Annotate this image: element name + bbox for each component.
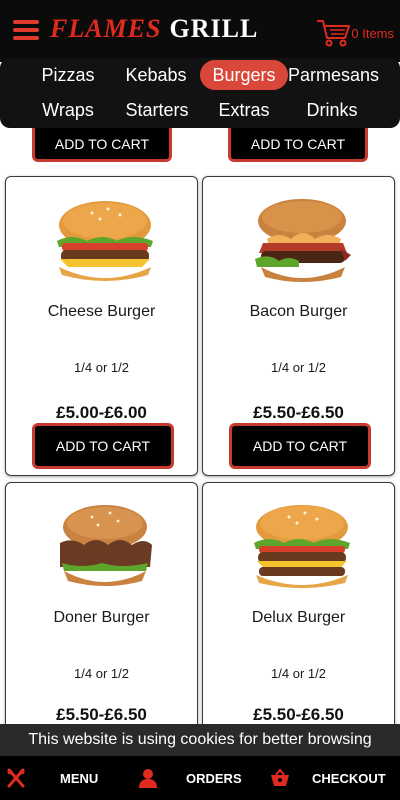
product-size: 1/4 or 1/2 (271, 360, 326, 375)
shopping-cart-icon (317, 20, 351, 47)
category-tab-drinks[interactable]: Drinks (302, 95, 362, 125)
brand-name-part2: GRILL (169, 14, 259, 43)
product-size: 1/4 or 1/2 (74, 666, 129, 681)
category-tab-wraps[interactable]: Wraps (36, 95, 100, 125)
category-tab-extras[interactable]: Extras (212, 95, 276, 125)
product-name: Bacon Burger (249, 303, 348, 320)
hamburger-menu-icon[interactable] (13, 20, 39, 40)
orders-nav-label: ORDERS (186, 770, 242, 786)
category-tab-starters[interactable]: Starters (120, 95, 194, 125)
bacon-burger-image (255, 199, 351, 282)
app-header: FLAMES GRILL 0 Items (0, 0, 400, 62)
add-to-cart-button[interactable]: ADD TO CART (32, 124, 172, 162)
user-icon (139, 769, 157, 788)
product-name: Delux Burger (251, 609, 346, 626)
cookie-notice[interactable]: This website is using cookies for better… (0, 724, 400, 756)
basket-icon (271, 768, 289, 786)
cart-count: 0 Items (351, 25, 394, 41)
product-card-cheese-burger: Cheese Burger 1/4 or 1/2 £5.00-£6.00 ADD… (5, 176, 198, 476)
brand-logo[interactable]: FLAMES GRILL (50, 12, 258, 46)
product-name: Doner Burger (53, 609, 150, 626)
product-price: £5.00-£6.00 (56, 403, 147, 422)
orders-nav-button[interactable]: ORDERS (138, 756, 242, 800)
category-tab-parmesans[interactable]: Parmesans (288, 60, 379, 90)
product-price: £5.50-£6.50 (253, 705, 344, 724)
product-price: £5.50-£6.50 (253, 403, 344, 422)
menu-nav-button[interactable]: MENU (6, 756, 98, 800)
menu-nav-label: MENU (60, 770, 99, 786)
delux-burger-image (254, 505, 350, 588)
category-nav: Pizzas Kebabs Burgers Parmesans Wraps St… (0, 58, 400, 128)
cheese-burger-image (57, 201, 153, 281)
category-tab-burgers[interactable]: Burgers (200, 60, 288, 90)
product-card-bacon-burger: Bacon Burger 1/4 or 1/2 £5.50-£6.50 ADD … (202, 176, 395, 476)
product-name: Cheese Burger (47, 303, 156, 320)
category-tab-kebabs[interactable]: Kebabs (122, 60, 190, 90)
doner-burger-image (60, 505, 152, 586)
brand-name-part1: FLAMES (50, 14, 162, 43)
checkout-nav-button[interactable]: CHECKOUT (270, 756, 386, 800)
add-to-cart-button[interactable]: ADD TO CART (228, 124, 368, 162)
cutlery-icon (7, 768, 25, 788)
product-size: 1/4 or 1/2 (271, 666, 326, 681)
bottom-nav: MENU ORDERS CHECKOUT (0, 756, 400, 800)
add-to-cart-button[interactable]: ADD TO CART (32, 423, 174, 469)
add-to-cart-button[interactable]: ADD TO CART (229, 423, 371, 469)
checkout-nav-label: CHECKOUT (312, 770, 386, 786)
product-size: 1/4 or 1/2 (74, 360, 129, 375)
cart-button[interactable]: 0 Items (316, 18, 394, 48)
category-tab-pizzas[interactable]: Pizzas (36, 60, 100, 90)
product-price: £5.50-£6.50 (56, 705, 147, 724)
